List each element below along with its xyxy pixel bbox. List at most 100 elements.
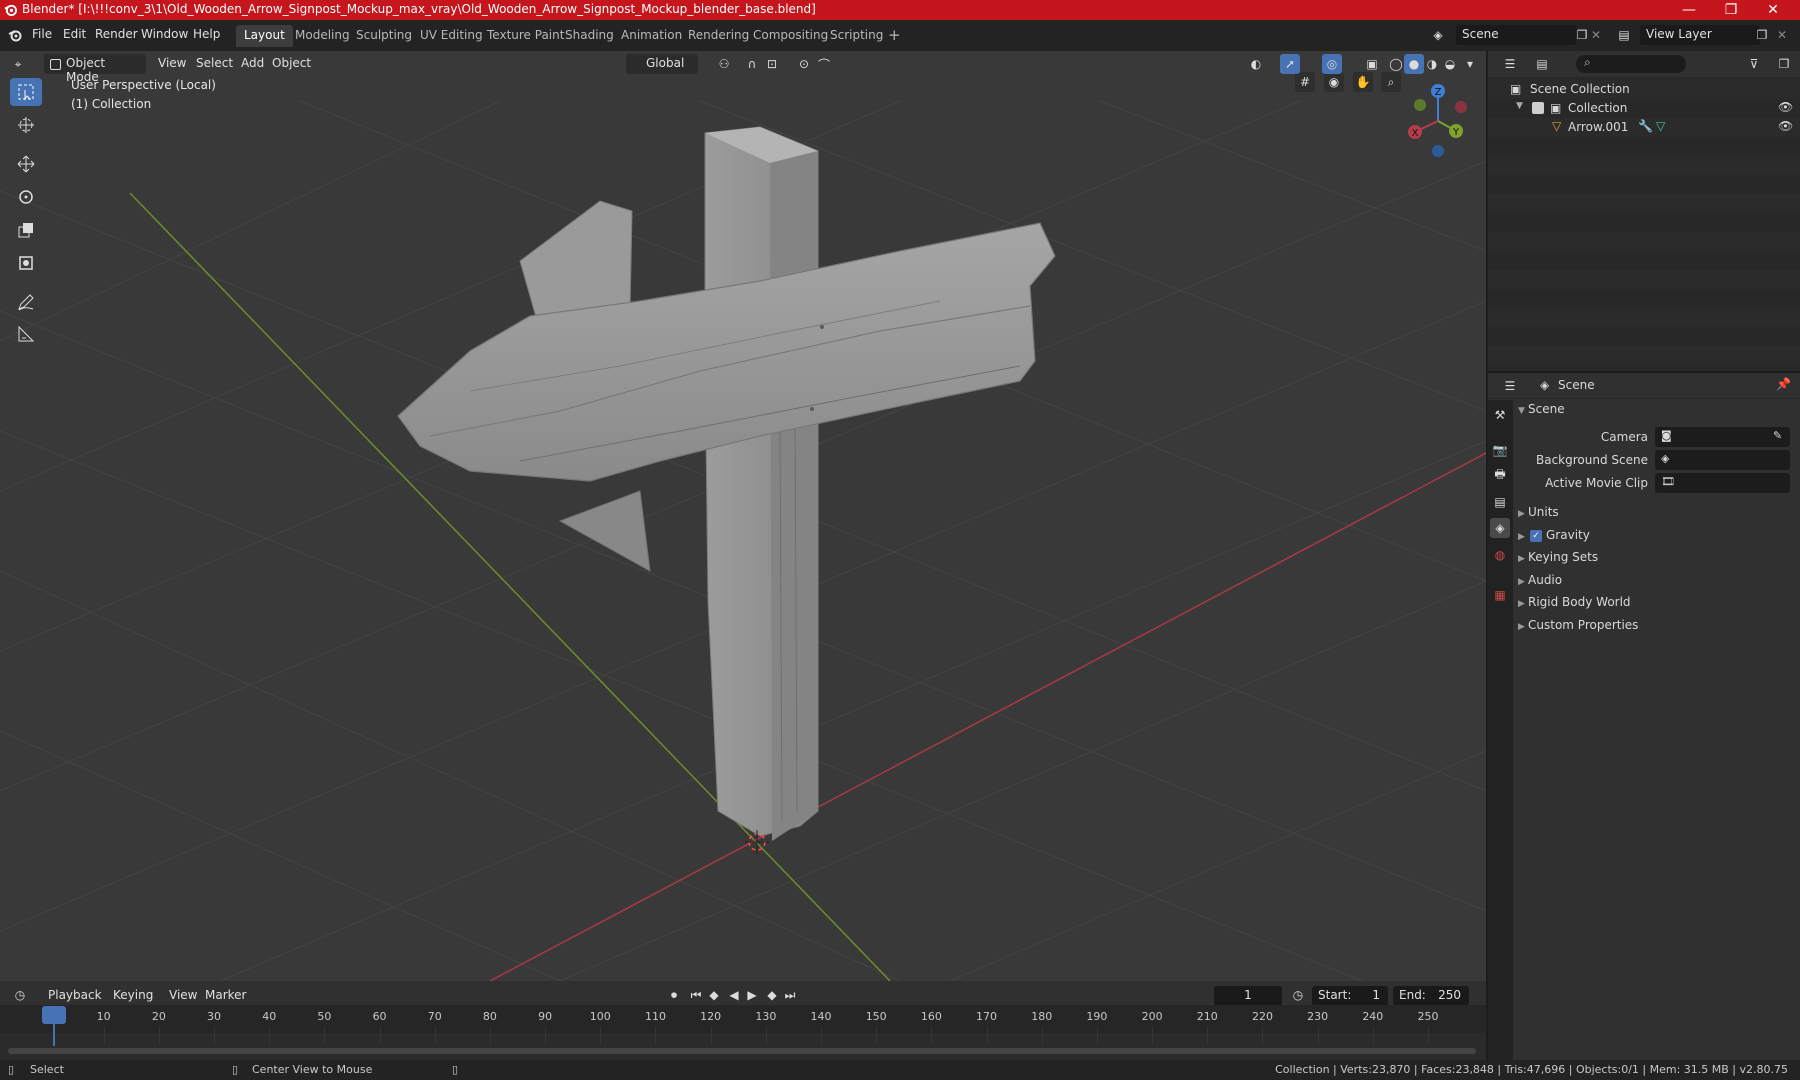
3d-viewport[interactable]: User Perspective (Local) (1) Collection … bbox=[0, 51, 1486, 981]
proportional-edit-icon[interactable]: ⊙ bbox=[794, 54, 814, 74]
timeline-menu-keying[interactable]: Keying bbox=[113, 988, 153, 1002]
background-scene-field[interactable]: ◈ bbox=[1655, 450, 1790, 470]
solid-shading-icon[interactable]: ● bbox=[1404, 54, 1424, 74]
navigation-gizmo[interactable]: Z Y X bbox=[1398, 79, 1478, 159]
transform-tool[interactable] bbox=[10, 249, 42, 277]
play-reverse-icon[interactable]: ◀ bbox=[724, 985, 744, 1005]
visibility-icon[interactable]: ◐ bbox=[1246, 54, 1266, 74]
active-movie-clip-field[interactable]: 🎞 bbox=[1655, 473, 1790, 493]
pin-icon[interactable]: 📌 bbox=[1776, 377, 1791, 391]
measure-tool[interactable] bbox=[10, 320, 42, 348]
outliner-row[interactable]: ▽ Arrow.001 🔧 ▽ 👁 bbox=[1488, 118, 1800, 137]
remove-scene-icon[interactable]: ✕ bbox=[1586, 25, 1606, 45]
pivot-point-icon[interactable]: ⚇ bbox=[714, 54, 734, 74]
tab-modeling[interactable]: Modeling bbox=[287, 25, 358, 47]
view-layer-field[interactable]: View Layer bbox=[1640, 25, 1760, 45]
rotate-tool[interactable] bbox=[10, 183, 42, 211]
gravity-panel-header[interactable]: ▶ ✓ Gravity bbox=[1518, 528, 1590, 542]
timeline-menu-view[interactable]: View bbox=[169, 988, 197, 1002]
scene-panel-header[interactable]: ▼ Scene bbox=[1518, 402, 1565, 416]
transform-orientation-dropdown[interactable]: Global bbox=[626, 54, 698, 74]
timeline-menu-marker[interactable]: Marker bbox=[205, 988, 246, 1002]
next-keyframe-icon[interactable]: ◆ bbox=[762, 985, 782, 1005]
add-workspace-button[interactable]: + bbox=[882, 25, 907, 47]
custom-properties-panel-header[interactable]: ▶ Custom Properties bbox=[1518, 618, 1638, 632]
menu-file[interactable]: File bbox=[32, 27, 52, 41]
texture-tab-icon[interactable]: ▦ bbox=[1490, 585, 1510, 605]
editor-type-icon[interactable]: ⌖ bbox=[8, 54, 28, 74]
world-tab-icon[interactable]: ◍ bbox=[1490, 545, 1510, 565]
menu-window[interactable]: Window bbox=[141, 27, 188, 41]
overlays-toggle-icon[interactable]: ◎ bbox=[1322, 54, 1342, 74]
render-tab-icon[interactable]: 📷 bbox=[1490, 440, 1510, 460]
shading-options-icon[interactable]: ▾ bbox=[1460, 54, 1480, 74]
collection-checkbox[interactable] bbox=[1532, 102, 1544, 114]
xray-toggle-icon[interactable]: ▣ bbox=[1362, 54, 1382, 74]
scene-browse-icon[interactable]: ◈ bbox=[1428, 25, 1448, 45]
start-frame-field[interactable]: Start: 1 bbox=[1312, 986, 1388, 1006]
scene-field[interactable]: Scene bbox=[1456, 25, 1576, 45]
new-view-layer-icon[interactable]: ❐ bbox=[1752, 25, 1772, 45]
scale-tool[interactable] bbox=[10, 216, 42, 244]
filter-icon[interactable]: ⊽ bbox=[1744, 54, 1764, 74]
outliner-search-input[interactable] bbox=[1576, 55, 1686, 73]
cursor-tool[interactable] bbox=[10, 111, 42, 139]
move-tool[interactable] bbox=[10, 150, 42, 178]
rendered-shading-icon[interactable]: ◒ bbox=[1440, 54, 1460, 74]
outliner-row[interactable]: ▣ Scene Collection bbox=[1488, 80, 1800, 99]
timeline-scrollbar[interactable] bbox=[8, 1048, 1476, 1054]
viewport-menu-object[interactable]: Object bbox=[272, 56, 311, 70]
jump-end-icon[interactable]: ⏭ bbox=[780, 985, 800, 1005]
tab-animation[interactable]: Animation bbox=[613, 25, 690, 47]
display-mode-icon[interactable]: ▤ bbox=[1532, 54, 1552, 74]
view-layer-tab-icon[interactable]: ▤ bbox=[1490, 492, 1510, 512]
rigid-body-world-panel-header[interactable]: ▶ Rigid Body World bbox=[1518, 595, 1631, 609]
remove-view-layer-icon[interactable]: ✕ bbox=[1772, 25, 1792, 45]
snap-target-icon[interactable]: ⊡ bbox=[762, 54, 782, 74]
new-collection-icon[interactable]: ❐ bbox=[1774, 54, 1794, 74]
end-frame-field[interactable]: End: 250 bbox=[1393, 986, 1469, 1006]
menu-edit[interactable]: Edit bbox=[63, 27, 86, 41]
minimize-button[interactable]: — bbox=[1668, 0, 1710, 20]
tool-tab-icon[interactable]: ⚒ bbox=[1490, 405, 1510, 425]
preview-range-icon[interactable]: ◷ bbox=[1288, 985, 1308, 1005]
blender-menu-icon[interactable] bbox=[8, 28, 22, 42]
output-tab-icon[interactable]: 🖶 bbox=[1490, 465, 1510, 485]
material-shading-icon[interactable]: ◑ bbox=[1422, 54, 1442, 74]
properties-editor-type-icon[interactable]: ☰ bbox=[1500, 376, 1520, 396]
view-layer-browse-icon[interactable]: ▤ bbox=[1614, 25, 1634, 45]
eye-icon[interactable]: 👁 bbox=[1778, 100, 1793, 114]
outliner-editor-type-icon[interactable]: ☰ bbox=[1500, 54, 1520, 74]
wireframe-shading-icon[interactable]: ◯ bbox=[1386, 54, 1406, 74]
outliner-row[interactable]: ▼ ▣ Collection 👁 bbox=[1488, 99, 1800, 118]
tab-sculpting[interactable]: Sculpting bbox=[348, 25, 420, 47]
record-icon[interactable]: ⏺ bbox=[664, 985, 684, 1005]
tab-layout[interactable]: Layout bbox=[236, 25, 293, 47]
prev-keyframe-icon[interactable]: ◆ bbox=[704, 985, 724, 1005]
annotate-tool[interactable] bbox=[10, 288, 42, 316]
eye-icon[interactable]: 👁 bbox=[1778, 119, 1793, 133]
modifier-wrench-icon[interactable]: 🔧 bbox=[1638, 119, 1653, 133]
timeline-editor-type-icon[interactable]: ◷ bbox=[10, 985, 30, 1005]
audio-panel-header[interactable]: ▶ Audio bbox=[1518, 573, 1562, 587]
expand-arrow-icon[interactable]: ▼ bbox=[1516, 101, 1523, 111]
close-button[interactable]: ✕ bbox=[1752, 0, 1794, 20]
keying-sets-panel-header[interactable]: ▶ Keying Sets bbox=[1518, 550, 1598, 564]
gizmo-toggle-icon[interactable]: ➚ bbox=[1280, 54, 1300, 74]
viewport-menu-add[interactable]: Add bbox=[241, 56, 264, 70]
playhead[interactable] bbox=[42, 1006, 66, 1024]
viewport-menu-select[interactable]: Select bbox=[196, 56, 233, 70]
tab-scripting[interactable]: Scripting bbox=[822, 25, 891, 47]
menu-render[interactable]: Render bbox=[95, 27, 138, 41]
proportional-falloff-icon[interactable]: ⌒ bbox=[814, 54, 834, 74]
menu-help[interactable]: Help bbox=[193, 27, 220, 41]
scene-tab-icon[interactable]: ◈ bbox=[1490, 518, 1510, 538]
select-box-tool[interactable] bbox=[10, 78, 42, 106]
snap-icon[interactable]: ∩ bbox=[742, 54, 762, 74]
mesh-data-icon[interactable]: ▽ bbox=[1656, 119, 1665, 133]
gravity-checkbox[interactable]: ✓ bbox=[1530, 530, 1542, 542]
play-icon[interactable]: ▶ bbox=[742, 985, 762, 1005]
viewport-menu-view[interactable]: View bbox=[158, 56, 186, 70]
camera-field[interactable]: ◙ ✎ bbox=[1655, 427, 1790, 447]
units-panel-header[interactable]: ▶ Units bbox=[1518, 505, 1559, 519]
